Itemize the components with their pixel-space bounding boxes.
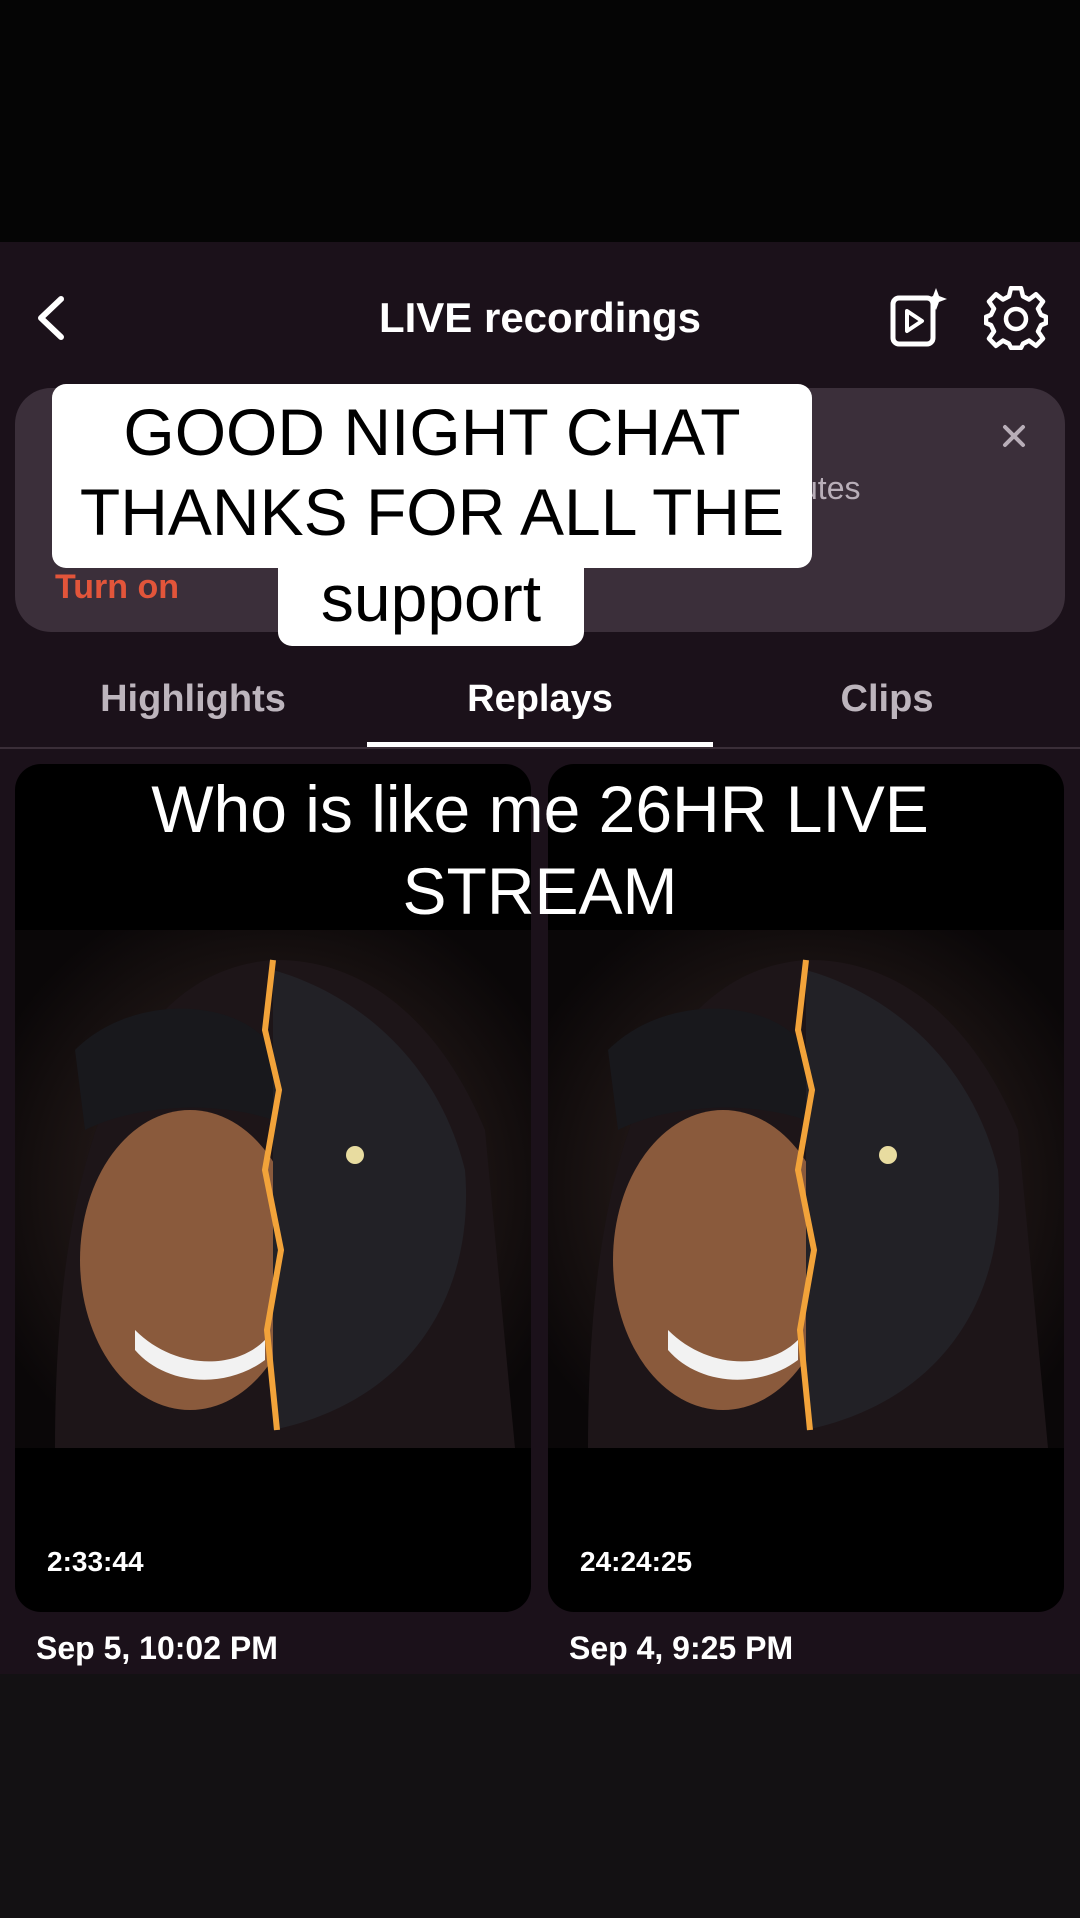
tab-clips[interactable]: Clips <box>714 660 1060 738</box>
replay-thumbnail-image <box>15 930 531 1448</box>
turn-on-link[interactable]: Turn on <box>55 568 179 607</box>
back-button[interactable] <box>28 290 72 346</box>
tab-replays[interactable]: Replays <box>367 660 713 738</box>
gear-icon <box>983 285 1049 351</box>
replay-date: Sep 5, 10:02 PM <box>36 1630 278 1666</box>
replay-duration: 24:24:25 <box>580 1546 693 1577</box>
tab-bar: Highlights Replays Clips <box>0 660 1080 750</box>
close-banner-button[interactable] <box>996 418 1032 454</box>
chevron-left-icon <box>38 296 64 340</box>
tab-highlights[interactable]: Highlights <box>20 660 366 738</box>
video-caption: Who is like me 26HR LIVE STREAM <box>80 768 1000 932</box>
page-title: LIVE recordings <box>378 294 702 341</box>
overlay-caption-box: GOOD NIGHT CHAT THANKS FOR ALL THE <box>52 384 812 568</box>
video-sparkle-icon <box>890 288 947 347</box>
create-video-button[interactable] <box>886 286 948 350</box>
close-icon <box>1003 425 1025 447</box>
overlay-line-1: GOOD NIGHT CHAT <box>123 395 741 469</box>
replay-duration: 2:33:44 <box>47 1546 144 1577</box>
overlay-caption-box-2: support <box>278 561 584 646</box>
caption-line-1: Who is like me 26HR LIVE <box>151 772 929 846</box>
overlay-line-2: THANKS FOR ALL THE <box>79 475 785 549</box>
top-black-bar <box>0 0 1080 242</box>
caption-line-2: STREAM <box>402 854 678 928</box>
tabs-divider <box>0 747 1080 749</box>
bottom-black-bar <box>0 1674 1080 1918</box>
settings-button[interactable] <box>983 285 1049 351</box>
overlay-line-3: support <box>320 561 542 635</box>
replay-thumbnail-image <box>548 930 1064 1448</box>
replay-date: Sep 4, 9:25 PM <box>569 1630 794 1666</box>
